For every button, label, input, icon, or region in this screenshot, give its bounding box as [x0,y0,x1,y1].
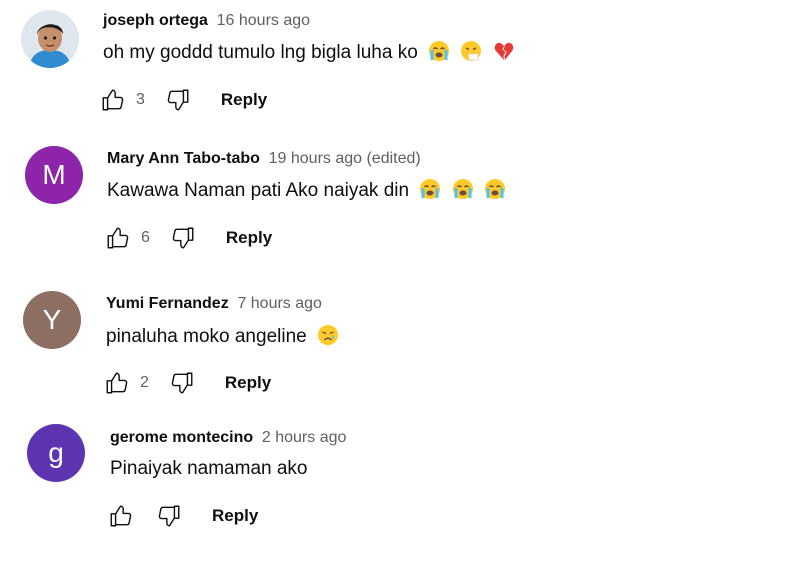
broken-heart-icon [493,40,515,70]
loudly-crying-face-icon [428,40,450,70]
crying-face-icon [317,324,339,354]
comment-text: oh my goddd tumulo lng bigla luha ko [103,40,515,70]
avatar-photo-icon [21,10,79,68]
author-line: Yumi Fernandez 7 hours ago [106,292,322,315]
dislike-button[interactable] [163,85,193,115]
thumbs-up-icon [102,89,124,111]
comment-body: Pinaiyak namaman ako [110,458,308,479]
like-count: 6 [141,229,150,246]
loudly-crying-face-icon [484,178,506,208]
avatar[interactable]: M [25,146,83,204]
thumbs-up-icon [110,505,132,527]
dislike-button[interactable] [168,223,198,253]
comment-actions: 3 Reply [98,85,267,115]
dislike-button[interactable] [154,501,184,531]
comment-actions: 6 Reply [103,223,272,253]
author-line: joseph ortega 16 hours ago [103,9,310,32]
dislike-button[interactable] [167,368,197,398]
author-line: Mary Ann Tabo-tabo 19 hours ago (edited) [107,147,421,170]
thumbs-down-icon [167,89,189,111]
like-button[interactable] [103,223,133,253]
reply-button[interactable]: Reply [225,373,271,393]
comment-time[interactable]: 7 hours ago [237,295,322,312]
comment-actions: Reply [106,501,258,531]
reply-button[interactable]: Reply [221,90,267,110]
author-name[interactable]: joseph ortega [103,12,208,29]
comment-body: Kawawa Naman pati Ako naiyak din [107,180,410,201]
comment-time[interactable]: 16 hours ago [217,12,310,29]
comment-body: oh my goddd tumulo lng bigla luha ko [103,42,418,63]
avatar-letter: Y [42,304,62,335]
avatar-letter: g [48,437,64,468]
avatar[interactable]: Y [23,291,81,349]
avatar[interactable] [21,10,79,68]
thumbs-down-icon [171,372,193,394]
like-button[interactable] [106,501,136,531]
sneezing-face-icon [460,40,482,70]
thumbs-up-icon [107,227,129,249]
like-count: 3 [136,91,145,108]
comment-text: Pinaiyak namaman ako [110,456,308,482]
author-name[interactable]: Yumi Fernandez [106,295,229,312]
avatar-letter: M [42,159,66,190]
author-name[interactable]: Mary Ann Tabo-tabo [107,150,260,167]
loudly-crying-face-icon [419,178,441,208]
comment-time[interactable]: 2 hours ago [262,429,347,446]
reply-button[interactable]: Reply [212,506,258,526]
thumbs-up-icon [106,372,128,394]
author-line: gerome montecino 2 hours ago [110,426,346,449]
like-button[interactable] [102,368,132,398]
reply-button[interactable]: Reply [226,228,272,248]
comment-text: pinaluha moko angeline [106,324,339,354]
loudly-crying-face-icon [452,178,474,208]
thumbs-down-icon [158,505,180,527]
like-count: 2 [140,374,149,391]
thumbs-down-icon [172,227,194,249]
like-button[interactable] [98,85,128,115]
comment-body: pinaluha moko angeline [106,326,307,347]
avatar[interactable]: g [27,424,85,482]
comment-actions: 2 Reply [102,368,271,398]
author-name[interactable]: gerome montecino [110,429,253,446]
comment-time[interactable]: 19 hours ago (edited) [269,150,421,167]
comment-text: Kawawa Naman pati Ako naiyak din [107,178,506,208]
